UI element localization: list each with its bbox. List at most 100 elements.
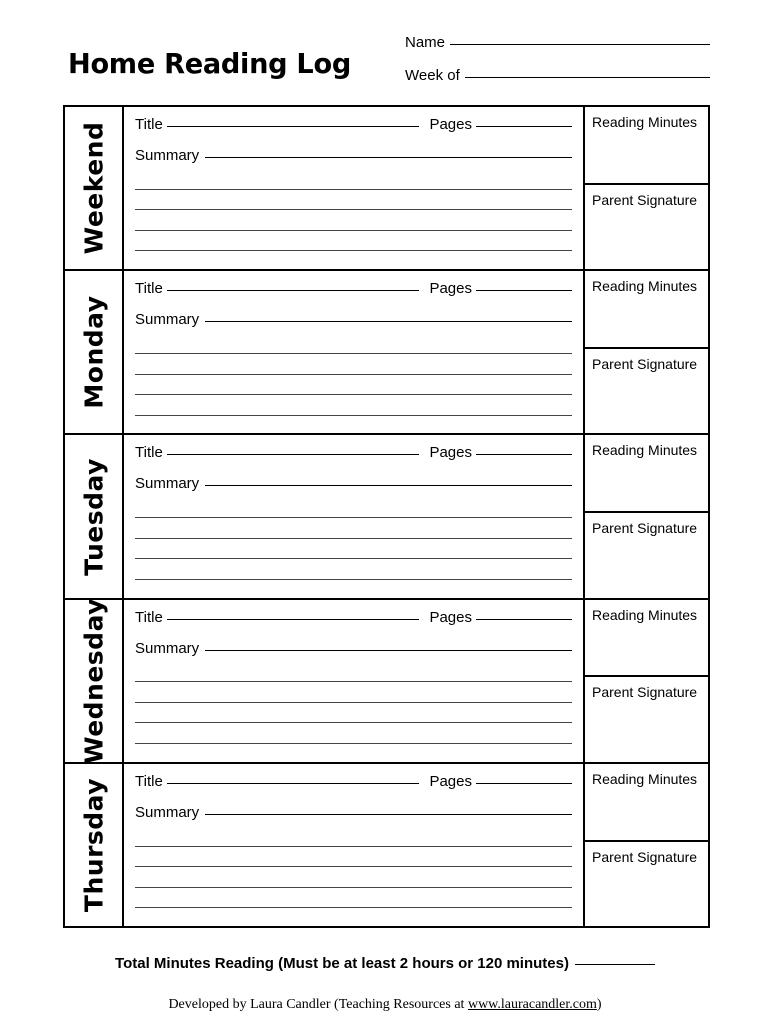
title-pages-line: Title Pages bbox=[135, 773, 572, 804]
pages-label: Pages bbox=[429, 608, 472, 626]
week-of-field-label: Week of bbox=[405, 67, 460, 84]
blank-rule[interactable] bbox=[135, 229, 572, 231]
summary-input-rule[interactable] bbox=[205, 813, 572, 815]
summary-line: Summary bbox=[135, 475, 572, 507]
summary-blank-rules bbox=[135, 179, 572, 263]
title-input-rule[interactable] bbox=[166, 618, 420, 620]
parent-signature-cell[interactable]: Parent Signature bbox=[585, 842, 708, 926]
pages-input-rule[interactable] bbox=[476, 454, 572, 456]
title-pages-line: Title Pages bbox=[135, 116, 572, 147]
blank-rule[interactable] bbox=[135, 743, 572, 745]
day-label: Wednesday bbox=[79, 599, 108, 762]
name-field-rule[interactable] bbox=[450, 44, 710, 45]
reading-minutes-cell[interactable]: Reading Minutes bbox=[585, 764, 708, 842]
title-label: Title bbox=[135, 280, 163, 298]
blank-rule[interactable] bbox=[135, 209, 572, 211]
blank-rule[interactable] bbox=[135, 681, 572, 683]
blank-rule[interactable] bbox=[135, 373, 572, 375]
blank-rule[interactable] bbox=[135, 866, 572, 868]
blank-rule[interactable] bbox=[135, 558, 572, 560]
pages-label: Pages bbox=[429, 772, 472, 790]
summary-line: Summary bbox=[135, 804, 572, 836]
blank-rule[interactable] bbox=[135, 250, 572, 252]
meta-cell-wednesday: Reading Minutes Parent Signature bbox=[585, 600, 708, 762]
entry-cell-wednesday: Title Pages Summary bbox=[124, 599, 585, 762]
day-cell-wednesday: Wednesday bbox=[65, 599, 124, 762]
parent-signature-cell[interactable]: Parent Signature bbox=[585, 349, 708, 433]
blank-rule[interactable] bbox=[135, 722, 572, 724]
title-input-rule[interactable] bbox=[166, 290, 420, 292]
blank-rule[interactable] bbox=[135, 394, 572, 396]
summary-input-rule[interactable] bbox=[205, 157, 572, 158]
summary-label: Summary bbox=[135, 147, 200, 164]
title-label: Title bbox=[135, 116, 163, 133]
table-row: Tuesday Title Pages Summary Reading Minu… bbox=[65, 435, 708, 600]
pages-input-rule[interactable] bbox=[476, 618, 572, 620]
entry-cell-thursday: Title Pages Summary bbox=[124, 763, 585, 927]
page-title: Home Reading Log bbox=[68, 47, 351, 80]
parent-signature-label: Parent Signature bbox=[592, 684, 698, 701]
summary-label: Summary bbox=[135, 311, 200, 329]
entry-cell-weekend: Title Pages Summary bbox=[124, 107, 585, 270]
pages-input-rule[interactable] bbox=[476, 782, 572, 784]
blank-rule[interactable] bbox=[135, 886, 572, 888]
week-of-field[interactable]: Week of bbox=[405, 67, 710, 84]
reading-minutes-label: Reading Minutes bbox=[592, 114, 698, 130]
reading-minutes-label: Reading Minutes bbox=[592, 770, 698, 787]
blank-rule[interactable] bbox=[135, 845, 572, 847]
pages-input-rule[interactable] bbox=[476, 126, 572, 127]
summary-blank-rules bbox=[135, 507, 572, 591]
reading-minutes-cell[interactable]: Reading Minutes bbox=[585, 271, 708, 350]
summary-input-rule[interactable] bbox=[205, 485, 572, 487]
title-pages-line: Title Pages bbox=[135, 444, 572, 475]
meta-cell-thursday: Reading Minutes Parent Signature bbox=[585, 764, 708, 926]
reading-minutes-label: Reading Minutes bbox=[592, 442, 698, 459]
pages-input-rule[interactable] bbox=[476, 290, 572, 292]
reading-minutes-cell[interactable]: Reading Minutes bbox=[585, 600, 708, 678]
blank-rule[interactable] bbox=[135, 414, 572, 416]
name-field[interactable]: Name bbox=[405, 34, 710, 51]
title-input-rule[interactable] bbox=[166, 454, 420, 456]
blank-rule[interactable] bbox=[135, 701, 572, 703]
summary-line: Summary bbox=[135, 147, 572, 179]
summary-input-rule[interactable] bbox=[205, 321, 572, 323]
reading-minutes-cell[interactable]: Reading Minutes bbox=[585, 107, 708, 185]
summary-input-rule[interactable] bbox=[205, 649, 572, 651]
reading-minutes-cell[interactable]: Reading Minutes bbox=[585, 435, 708, 514]
parent-signature-cell[interactable]: Parent Signature bbox=[585, 185, 708, 269]
day-cell-weekend: Weekend bbox=[65, 107, 124, 270]
day-cell-monday: Monday bbox=[65, 271, 124, 434]
blank-rule[interactable] bbox=[135, 907, 572, 909]
meta-cell-monday: Reading Minutes Parent Signature bbox=[585, 271, 708, 433]
total-minutes-label: Total Minutes Reading (Must be at least … bbox=[115, 955, 569, 972]
summary-line: Summary bbox=[135, 311, 572, 343]
parent-signature-cell[interactable]: Parent Signature bbox=[585, 677, 708, 761]
meta-cell-weekend: Reading Minutes Parent Signature bbox=[585, 107, 708, 269]
summary-blank-rules bbox=[135, 836, 572, 920]
title-label: Title bbox=[135, 608, 163, 626]
blank-rule[interactable] bbox=[135, 578, 572, 580]
parent-signature-cell[interactable]: Parent Signature bbox=[585, 513, 708, 597]
blank-rule[interactable] bbox=[135, 188, 572, 190]
title-label: Title bbox=[135, 444, 163, 462]
credit-prefix: Developed by Laura Candler (Teaching Res… bbox=[168, 997, 468, 1012]
summary-label: Summary bbox=[135, 475, 200, 493]
meta-cell-tuesday: Reading Minutes Parent Signature bbox=[585, 435, 708, 597]
blank-rule[interactable] bbox=[135, 352, 572, 354]
pages-label: Pages bbox=[429, 280, 472, 298]
parent-signature-label: Parent Signature bbox=[592, 520, 698, 537]
total-minutes-input-rule[interactable] bbox=[574, 964, 655, 965]
summary-blank-rules bbox=[135, 672, 572, 756]
title-input-rule[interactable] bbox=[166, 126, 420, 127]
title-input-rule[interactable] bbox=[166, 782, 420, 784]
blank-rule[interactable] bbox=[135, 537, 572, 539]
blank-rule[interactable] bbox=[135, 517, 572, 519]
week-of-field-rule[interactable] bbox=[464, 77, 710, 78]
summary-label: Summary bbox=[135, 639, 200, 657]
reading-minutes-label: Reading Minutes bbox=[592, 606, 698, 623]
pages-label: Pages bbox=[429, 116, 472, 133]
page-header: Home Reading Log Name Week of bbox=[0, 0, 770, 105]
credit-url-link[interactable]: www.lauracandler.com bbox=[468, 997, 597, 1012]
day-label: Monday bbox=[79, 295, 108, 409]
title-pages-line: Title Pages bbox=[135, 280, 572, 311]
